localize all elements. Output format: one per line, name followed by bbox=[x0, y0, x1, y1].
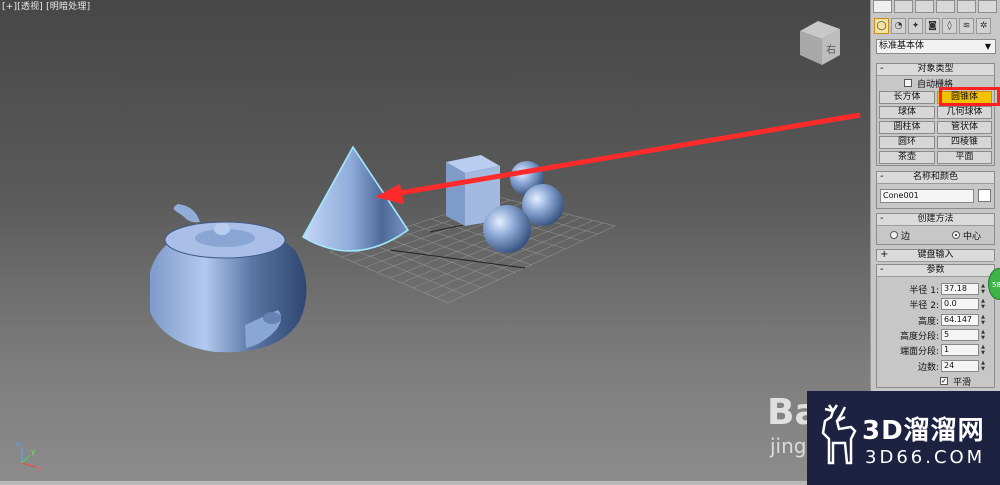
create-tab-icon[interactable] bbox=[873, 0, 892, 13]
motion-tab-icon[interactable] bbox=[936, 0, 955, 13]
keyboard-entry-rollout: + 键盘输入 bbox=[876, 249, 995, 262]
parameters-header[interactable]: - 参数 bbox=[877, 264, 994, 277]
center-radio[interactable] bbox=[952, 231, 960, 239]
name-color-header[interactable]: - 名称和颜色 bbox=[877, 171, 994, 184]
deer-logo-icon bbox=[821, 404, 857, 465]
viewcube-icon[interactable]: 右 bbox=[796, 17, 844, 69]
display-tab-icon[interactable] bbox=[957, 0, 976, 13]
object-type-header[interactable]: - 对象类型 bbox=[877, 63, 994, 76]
category-dropdown[interactable]: 标准基本体 ▼ bbox=[876, 39, 996, 54]
helpers-icon[interactable]: ◊ bbox=[942, 18, 957, 34]
timeline-strip bbox=[0, 481, 870, 485]
parameters-title: 参数 bbox=[926, 265, 945, 275]
create-subtabs: ◯ ◔ ✦ ◙ ◊ ≋ ✲ bbox=[874, 18, 991, 34]
watermark-brand-text: 3D溜溜网 bbox=[862, 416, 985, 446]
radius2-field[interactable]: 0.0 bbox=[941, 298, 979, 310]
edge-radio[interactable] bbox=[890, 231, 898, 239]
category-dropdown-value: 标准基本体 bbox=[879, 41, 925, 51]
cap-segments-field[interactable]: 1 bbox=[941, 344, 979, 356]
spacewarps-icon[interactable]: ≋ bbox=[959, 18, 974, 34]
systems-icon[interactable]: ✲ bbox=[976, 18, 991, 34]
box-button[interactable]: 长方体 bbox=[879, 91, 935, 104]
name-color-rollout: - 名称和颜色 Cone001 bbox=[876, 171, 995, 209]
svg-text:y: y bbox=[31, 448, 35, 456]
height-segments-field[interactable]: 5 bbox=[941, 329, 979, 341]
hierarchy-tab-icon[interactable] bbox=[915, 0, 934, 13]
creation-method-title: 创建方法 bbox=[917, 214, 954, 224]
radius1-field[interactable]: 37.18 bbox=[941, 283, 979, 295]
sphere-button[interactable]: 球体 bbox=[879, 106, 935, 119]
teapot-button[interactable]: 茶壶 bbox=[879, 151, 935, 164]
smooth-label: 平滑 bbox=[953, 378, 972, 388]
name-color-title: 名称和颜色 bbox=[912, 172, 958, 182]
sides-field[interactable]: 24 bbox=[941, 360, 979, 372]
autogrid-checkbox[interactable] bbox=[904, 79, 912, 87]
annotation-highlight-box bbox=[939, 87, 1000, 106]
edge-radio-label: 边 bbox=[901, 232, 911, 242]
creation-method-rollout: - 创建方法 边 中心 bbox=[876, 213, 995, 245]
object-color-swatch[interactable] bbox=[978, 189, 991, 202]
parameters-rollout: - 参数 半径 1: 37.18 ▲ ▼ 半径 2: 0.0 ▲ ▼ 高度: 64.1… bbox=[876, 264, 995, 388]
plane-button[interactable]: 平面 bbox=[937, 151, 992, 164]
baidu-watermark-sub: jing bbox=[770, 434, 807, 458]
modify-tab-icon[interactable] bbox=[894, 0, 913, 13]
radius1-label: 半径 1: bbox=[909, 286, 939, 296]
cylinder-button[interactable]: 圆柱体 bbox=[879, 121, 935, 134]
creation-method-header[interactable]: - 创建方法 bbox=[877, 213, 994, 226]
svg-text:右: 右 bbox=[826, 43, 836, 56]
torus-button[interactable]: 圆环 bbox=[879, 136, 935, 149]
pyramid-button[interactable]: 四棱锥 bbox=[937, 136, 992, 149]
chevron-down-icon: ▼ bbox=[984, 42, 992, 51]
radius2-label: 半径 2: bbox=[909, 301, 939, 311]
keyboard-entry-title: 键盘输入 bbox=[917, 250, 954, 260]
scene-canvas: z x y bbox=[16, 112, 861, 473]
height-field[interactable]: 64.147 bbox=[941, 314, 979, 326]
radius1-spinner[interactable]: ▲ ▼ bbox=[980, 283, 986, 295]
watermark-url-text: 3D66.COM bbox=[865, 447, 986, 468]
utilities-tab-icon[interactable] bbox=[978, 0, 997, 13]
center-radio-label: 中心 bbox=[963, 232, 982, 242]
height-segments-label: 高度分段: bbox=[899, 332, 939, 342]
cap-segments-spinner[interactable]: ▲ ▼ bbox=[980, 344, 986, 356]
keyboard-entry-header[interactable]: + 键盘输入 bbox=[877, 249, 994, 262]
shapes-icon[interactable]: ◔ bbox=[891, 18, 906, 34]
height-spinner[interactable]: ▲ ▼ bbox=[980, 314, 986, 326]
svg-text:x: x bbox=[37, 465, 41, 473]
panel-tabs bbox=[873, 0, 997, 14]
radius2-spinner[interactable]: ▲ ▼ bbox=[980, 298, 986, 310]
object-type-rollout: - 对象类型 自动栅格 长方体 圆锥体 球体 几何球体 圆柱体 管状体 圆环 四棱… bbox=[876, 63, 995, 166]
perspective-viewport[interactable]: [+][透视] [明暗处理] z x y 右 bbox=[0, 0, 870, 485]
geosphere-button[interactable]: 几何球体 bbox=[937, 106, 992, 119]
teapot-object bbox=[150, 204, 307, 353]
height-label: 高度: bbox=[917, 317, 939, 327]
cap-segments-label: 端面分段: bbox=[899, 347, 939, 357]
axis-tripod: z x y bbox=[16, 440, 41, 473]
cameras-icon[interactable]: ◙ bbox=[925, 18, 940, 34]
svg-text:z: z bbox=[16, 440, 20, 448]
object-type-title: 对象类型 bbox=[917, 64, 954, 74]
geometry-icon[interactable]: ◯ bbox=[874, 18, 889, 34]
height-segments-spinner[interactable]: ▲ ▼ bbox=[980, 329, 986, 341]
lights-icon[interactable]: ✦ bbox=[908, 18, 923, 34]
tube-button[interactable]: 管状体 bbox=[937, 121, 992, 134]
object-name-field[interactable]: Cone001 bbox=[880, 189, 974, 203]
sides-spinner[interactable]: ▲ ▼ bbox=[980, 360, 986, 372]
sides-label: 边数: bbox=[917, 363, 939, 373]
smooth-checkbox[interactable]: ✓ bbox=[940, 377, 948, 385]
